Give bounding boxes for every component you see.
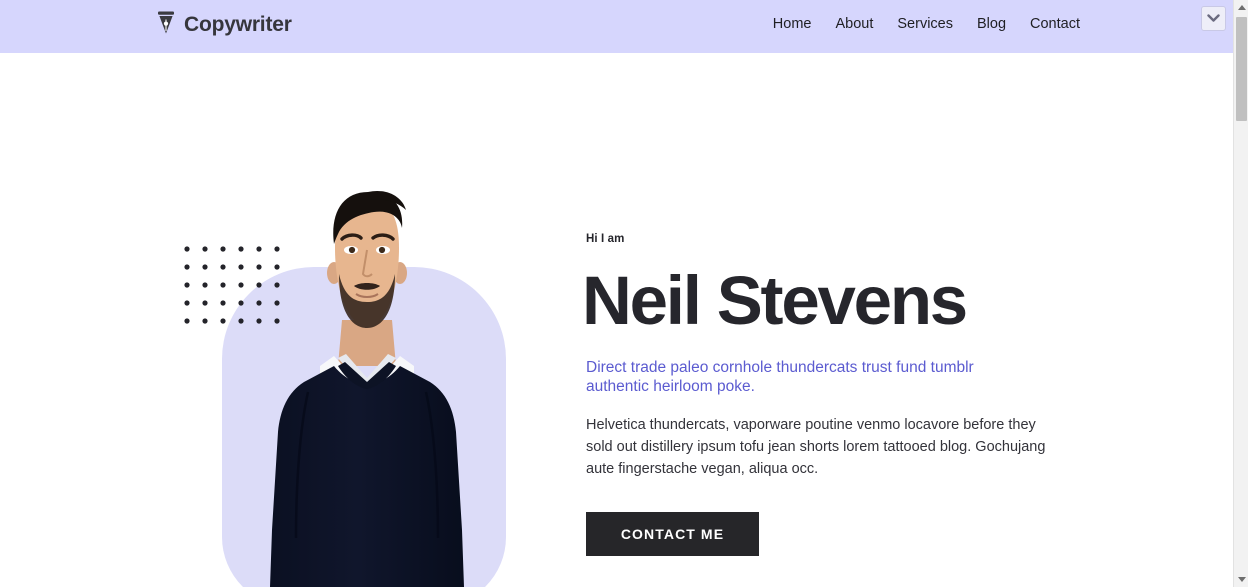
nav-item-home[interactable]: Home xyxy=(773,17,812,32)
hero-body-text: Helvetica thundercats, vaporware poutine… xyxy=(586,417,1046,477)
nav-item-about[interactable]: About xyxy=(835,17,873,32)
vertical-scrollbar[interactable] xyxy=(1233,0,1248,587)
hero-visual xyxy=(0,53,586,587)
brand-name: Copywriter xyxy=(184,12,292,36)
nav-item-blog[interactable]: Blog xyxy=(977,17,1006,32)
scroll-up-arrow-icon[interactable] xyxy=(1234,0,1248,15)
pen-nib-icon xyxy=(156,11,176,37)
hero-eyebrow: Hi I am xyxy=(586,233,625,245)
page-title: Neil Stevens xyxy=(582,262,968,339)
dot-grid-decoration xyxy=(184,246,280,324)
main-navigation: Home About Services Blog Contact xyxy=(773,17,1080,32)
chevron-down-icon xyxy=(1207,14,1220,23)
contact-me-button[interactable]: CONTACT ME xyxy=(586,512,759,556)
hero-section: Hi I am Neil Stevens Direct trade paleo … xyxy=(0,53,1248,587)
nav-item-contact[interactable]: Contact xyxy=(1030,17,1080,32)
site-header: Copywriter Home About Services Blog Cont… xyxy=(0,0,1248,53)
portrait-photo xyxy=(268,170,466,587)
chevron-down-button[interactable] xyxy=(1201,6,1226,31)
nav-item-services[interactable]: Services xyxy=(897,17,953,32)
brand-logo[interactable]: Copywriter xyxy=(156,11,292,37)
scroll-down-arrow-icon[interactable] xyxy=(1234,572,1248,587)
hero-lead-text: Direct trade paleo cornhole thundercats … xyxy=(586,359,974,396)
scrollbar-thumb[interactable] xyxy=(1236,17,1247,121)
page-root: Copywriter Home About Services Blog Cont… xyxy=(0,0,1248,587)
